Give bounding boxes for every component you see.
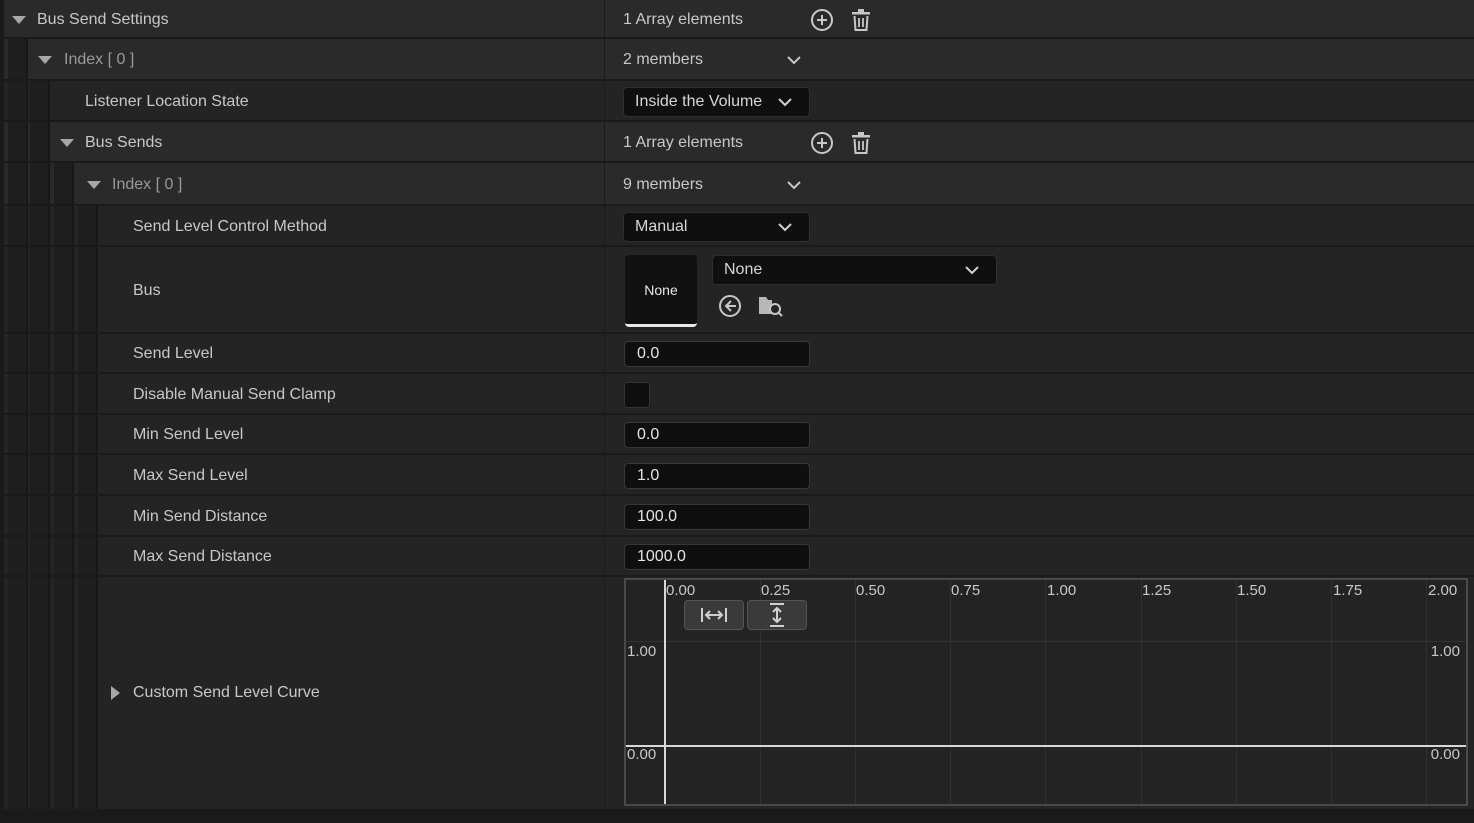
picker-value: None (724, 261, 763, 278)
listener-location-dropdown[interactable]: Inside the Volume (623, 86, 810, 117)
y-tick-label-right: 0.00 (1430, 746, 1460, 763)
members-count: 2 members (623, 51, 704, 68)
chevron-down-icon (965, 266, 979, 275)
expand-arrow-icon[interactable] (60, 138, 74, 147)
x-tick-label: 0.50 (856, 582, 886, 599)
x-tick-label: 1.00 (1047, 582, 1077, 599)
asset-thumbnail[interactable]: None (625, 255, 697, 327)
disable-clamp-checkbox[interactable] (624, 381, 650, 408)
thumbnail-label: None (644, 281, 678, 298)
x-tick-label: 1.75 (1333, 582, 1363, 599)
chevron-down-icon (778, 222, 792, 231)
max-send-level-input[interactable]: 1.0 (624, 462, 810, 489)
control-method-dropdown[interactable]: Manual (623, 211, 810, 242)
folder-search-icon[interactable] (757, 293, 783, 319)
property-label: Min Send Level (133, 426, 244, 443)
chevron-down-icon[interactable] (786, 52, 802, 68)
index-label: Index (112, 175, 152, 193)
fit-horizontal-icon (701, 608, 727, 622)
custom-send-level-curve-row: Custom Send Level Curve 0.00 0.25 0.50 0… (4, 577, 1474, 809)
property-label: Bus Sends (85, 133, 163, 151)
curve-editor[interactable]: 0.00 0.25 0.50 0.75 1.00 1.25 1.50 1.75 … (624, 578, 1468, 806)
expand-arrow-icon[interactable] (111, 686, 120, 700)
bus-row: Bus None None (4, 247, 1474, 334)
property-label: Bus (133, 281, 161, 299)
members-count: 9 members (623, 175, 704, 193)
dropdown-value: Inside the Volume (635, 92, 763, 110)
property-label: Send Level Control Method (133, 217, 327, 235)
curve-line[interactable] (626, 745, 1466, 747)
x-tick-label: 1.25 (1142, 582, 1172, 599)
fit-vertical-button[interactable] (747, 600, 807, 630)
max-send-level-row: Max Send Level 1.0 (4, 455, 1474, 496)
property-label: Bus Send Settings (37, 10, 169, 28)
bus-asset-picker[interactable]: None (712, 255, 997, 285)
x-tick-label: 0.00 (666, 582, 696, 599)
property-label: Max Send Level (133, 466, 248, 484)
chevron-down-icon (778, 97, 792, 106)
property-label: Min Send Distance (133, 507, 268, 525)
max-send-distance-row: Max Send Distance 1000.0 (4, 537, 1474, 577)
property-label: Send Level (133, 345, 214, 362)
add-element-icon[interactable] (809, 130, 835, 156)
disable-manual-send-clamp-row: Disable Manual Send Clamp (4, 374, 1474, 415)
bus-sends-index-row: Index [ 0 ] 9 members (4, 163, 1474, 206)
trash-icon[interactable] (848, 130, 874, 156)
fit-horizontal-button[interactable] (684, 600, 744, 630)
property-label: Disable Manual Send Clamp (133, 385, 336, 403)
max-send-distance-input[interactable]: 1000.0 (624, 544, 810, 570)
y-tick-label-left: 0.00 (627, 746, 657, 763)
index-label: Index (64, 51, 104, 68)
array-count: 1 Array elements (623, 133, 744, 151)
fit-vertical-icon (770, 603, 784, 627)
input-value: 0.0 (637, 426, 660, 443)
property-label: Custom Send Level Curve (133, 684, 320, 701)
expand-arrow-icon[interactable] (87, 180, 101, 189)
index-number: [ 0 ] (155, 175, 183, 193)
x-tick-label: 2.00 (1428, 582, 1458, 599)
expand-arrow-icon[interactable] (38, 56, 52, 64)
time-cursor (664, 580, 666, 804)
input-value: 100.0 (637, 507, 678, 525)
min-send-distance-row: Min Send Distance 100.0 (4, 496, 1474, 537)
trash-icon[interactable] (848, 7, 874, 33)
input-value: 0.0 (637, 345, 660, 362)
y-tick-label-right: 1.00 (1430, 643, 1460, 660)
index-number: [ 0 ] (107, 51, 135, 68)
input-value: 1000.0 (637, 548, 686, 565)
min-send-distance-input[interactable]: 100.0 (624, 503, 810, 530)
dropdown-value: Manual (635, 217, 688, 235)
send-level-control-method-row: Send Level Control Method Manual (4, 206, 1474, 247)
input-value: 1.0 (637, 466, 660, 484)
x-tick-label: 0.75 (951, 582, 981, 599)
bus-sends-row: Bus Sends 1 Array elements (4, 122, 1474, 163)
send-level-input[interactable]: 0.0 (624, 341, 810, 367)
listener-location-state-row: Listener Location State Inside the Volum… (4, 81, 1474, 122)
arrow-left-circle-icon[interactable] (718, 294, 742, 318)
chevron-down-icon[interactable] (786, 177, 802, 193)
x-tick-label: 0.25 (761, 582, 791, 599)
details-panel: Bus Send Settings 1 Array elements Index… (0, 0, 1474, 823)
property-label: Listener Location State (85, 92, 249, 110)
add-element-icon[interactable] (809, 7, 835, 33)
min-send-level-input[interactable]: 0.0 (624, 422, 810, 448)
bus-send-settings-row: Bus Send Settings 1 Array elements (4, 0, 1474, 39)
expand-arrow-icon[interactable] (12, 15, 26, 24)
array-count: 1 Array elements (623, 10, 744, 28)
index-row: Index [ 0 ] 2 members (4, 39, 1474, 81)
min-send-level-row: Min Send Level 0.0 (4, 415, 1474, 455)
send-level-row: Send Level 0.0 (4, 334, 1474, 374)
y-tick-label-left: 1.00 (627, 643, 657, 660)
x-tick-label: 1.50 (1237, 582, 1267, 599)
property-label: Max Send Distance (133, 548, 272, 565)
